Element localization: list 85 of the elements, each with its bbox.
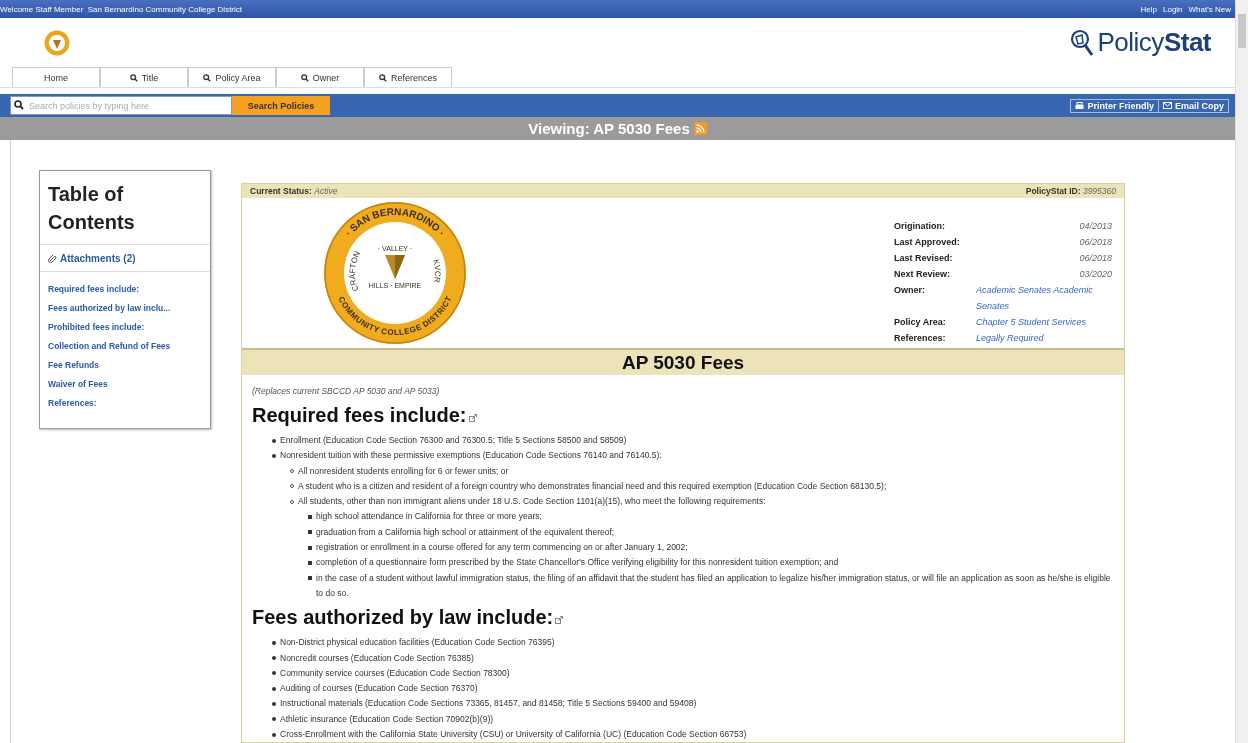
welcome-text: Welcome Staff Member San Bernardino Community College District [0, 4, 243, 14]
list-item-text: Instructional materials (Education Code Sections 73365, 81457, and 81458; Title 5 Sections 59400 and 59408) [280, 697, 697, 711]
list-item-text: Athletic insurance (Education Code Section 70902(b)(9)) [280, 712, 494, 726]
toc-link[interactable]: Fee Refunds [48, 357, 202, 374]
search-icon [14, 100, 24, 110]
search-button[interactable]: Search Policies [232, 96, 330, 115]
bullet-icon [308, 530, 312, 535]
meta-value: 04/2013 [1078, 220, 1112, 233]
meta-label: Origination: [894, 220, 946, 233]
header-link[interactable]: Help [1140, 4, 1157, 14]
meta-label: Owner: [894, 284, 926, 297]
toc-link[interactable]: Fees authorized by law inclu... [48, 300, 202, 317]
bullet-icon [272, 717, 276, 722]
link-icon[interactable] [468, 414, 477, 422]
document-title: AP 5030 Fees [242, 348, 1124, 375]
nav-tab[interactable]: Owner [276, 67, 364, 87]
nav-tab[interactable]: References [364, 67, 452, 87]
meta-link[interactable]: Chapter 5 Student Services [976, 314, 1112, 330]
header-link[interactable]: Login [1163, 4, 1183, 14]
bullet-icon [272, 656, 276, 661]
action-button[interactable]: Email Copy [1158, 99, 1228, 112]
list-item-text: A student who is a citizen and resident of a foreign country who demonstrates financial need and this required exemption (Education Code Section 68130.5); [298, 479, 887, 493]
scrollbar[interactable] [1235, 0, 1248, 743]
toc-link[interactable]: References: [48, 395, 202, 412]
list-item-text: Cross-Enrollment with the California State University (CSU) or University of California (UC) (Education Code Section 66753) [280, 728, 747, 742]
envelope-icon [1163, 102, 1172, 109]
viewing-title: Viewing: AP 5030 Fees [528, 120, 690, 137]
section-heading: Fees authorized by law include: [252, 605, 554, 631]
list-item-text: Enrollment (Education Code Section 76300 and 76300.5; Title 5 Sections 58500 and 58509) [280, 434, 627, 447]
meta-value: 03/2020 [1078, 268, 1112, 281]
college-seal-logo [44, 29, 70, 56]
meta-value: 06/2018 [1078, 252, 1112, 265]
meta-label: Next Review: [894, 268, 952, 281]
policystat-logo-text: PolicyStat [1097, 27, 1211, 58]
toc-title: Table of Contents [40, 171, 210, 245]
list-item-text: Non-District physical education facilities (Education Code Section 76395) [280, 636, 555, 650]
meta-label: Last Approved: [894, 236, 961, 249]
bullet-icon [272, 453, 276, 458]
toc-link[interactable]: Required fees include: [48, 281, 202, 298]
section-heading: Required fees include: [252, 403, 467, 428]
printer-icon [1075, 101, 1085, 110]
search-field[interactable]: Search policies by typing here [10, 96, 232, 115]
bullet-icon [308, 515, 312, 519]
list-item-text: All nonresident students enrolling for 6 or fewer units; or [298, 464, 509, 478]
list-item-text: Community service courses (Education Code Section 78300) [280, 666, 510, 680]
nav-tab[interactable]: Home [12, 67, 100, 87]
meta-label: Last Revised: [894, 252, 954, 265]
list-item-text: Noncredit courses (Education Code Section 76385) [280, 651, 474, 665]
action-button[interactable]: Printer Friendly [1071, 99, 1158, 112]
bullet-icon [308, 545, 312, 550]
bullet-icon [272, 701, 276, 706]
nav-tab[interactable]: Policy Area [188, 67, 276, 87]
meta-link[interactable]: Academic Senates Academic Senates [976, 282, 1112, 314]
bullet-icon [272, 671, 276, 676]
list-item-text: high school attendance in California for three or more years; [316, 510, 542, 524]
meta-label: References: [894, 332, 947, 345]
replaces-note: (Replaces current SBCCD AP 5030 and AP 5033) [252, 385, 441, 398]
list-item-text: completion of a questionnaire form prescribed by the State Chancellor's Office verifying eligibility for this nonresident tuition exemption; and [316, 556, 839, 570]
bullet-icon [272, 640, 276, 645]
rss-icon[interactable] [693, 122, 707, 135]
attachments-link[interactable]: Attachments (2) [40, 245, 210, 272]
list-item-text: in the case of a student without lawful immigration status, the filing of an affidavit that the student has filed an application to legalize his/her immigration status, or will file an application as soon as he/she is eligible to do so. [316, 571, 1112, 600]
magnifier-logo-icon [1069, 28, 1094, 57]
list-item-text: graduation from a California high school or attainment of the equivalent thereof; [316, 525, 615, 539]
paperclip-icon [48, 254, 57, 263]
toc-link[interactable]: Waiver of Fees [48, 376, 202, 393]
list-item-text: registration or enrollment in a course offered for any term commencing on or after January 1, 2002; [316, 541, 688, 555]
bullet-icon [272, 732, 276, 737]
list-item-text: All students, other than non immigrant aliens under 18 U.S. Code Section 1101(a)(15), who meet the following requirements: [298, 495, 766, 509]
policy-id-text: PolicyStat ID: 3995360 [1025, 186, 1116, 196]
list-item-text: Auditing of courses (Education Code Section 76370) [280, 682, 478, 696]
status-text: Current Status: Active [250, 186, 338, 196]
meta-link[interactable]: Legally Required [976, 330, 1112, 346]
toc-link[interactable]: Collection and Refund of Fees [48, 338, 202, 355]
toc-link[interactable]: Prohibited fees include: [48, 319, 202, 336]
bullet-icon [272, 686, 276, 691]
list-item-text: Nonresident tuition with these permissive exemptions (Education Code Sections 76140 and 76140.5): [280, 449, 662, 463]
bullet-icon [272, 438, 276, 443]
meta-value: 06/2018 [1078, 236, 1112, 249]
meta-label: Policy Area: [894, 316, 947, 329]
link-icon[interactable] [555, 616, 564, 625]
header-link[interactable]: What's New [1188, 4, 1231, 14]
nav-tab[interactable]: Title [100, 67, 188, 87]
bullet-icon [308, 560, 312, 565]
bullet-icon [308, 576, 312, 581]
